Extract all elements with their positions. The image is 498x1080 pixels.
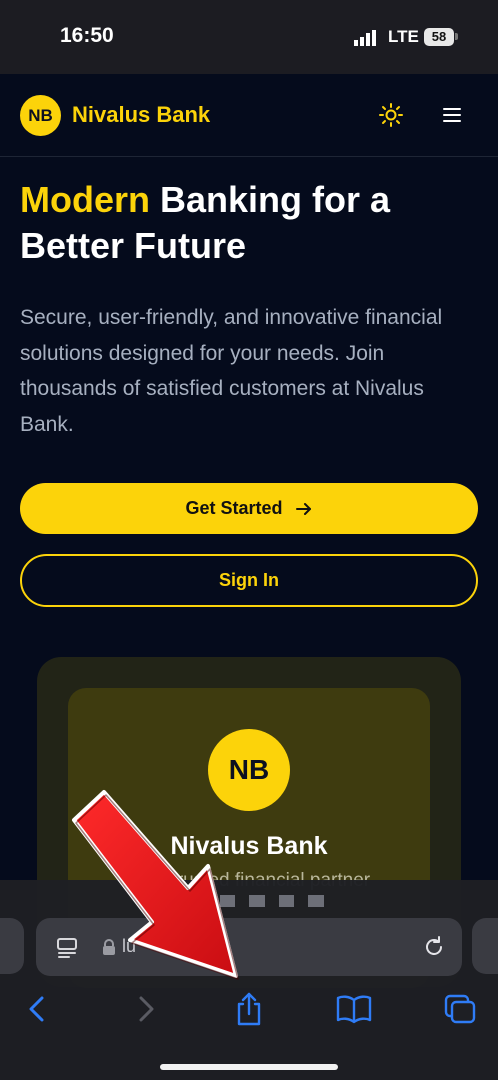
tab-indicator bbox=[190, 895, 324, 907]
get-started-label: Get Started bbox=[185, 498, 283, 518]
sign-in-button[interactable]: Sign In bbox=[20, 554, 478, 607]
reload-icon[interactable] bbox=[422, 935, 446, 959]
forward-icon[interactable] bbox=[126, 992, 166, 1026]
url-text[interactable]: lu bbox=[122, 936, 136, 957]
hero-headline: Modern Banking for a Better Future bbox=[20, 177, 480, 269]
hero-description: Secure, user-friendly, and innovative fi… bbox=[20, 306, 443, 436]
headline-highlight: Modern bbox=[20, 179, 150, 220]
sign-in-label: Sign In bbox=[219, 570, 279, 590]
hamburger-menu-icon[interactable] bbox=[440, 103, 464, 127]
status-time: 16:50 bbox=[60, 24, 114, 47]
brand-name[interactable]: Nivalus Bank bbox=[72, 102, 210, 128]
card-logo: NB bbox=[208, 729, 290, 811]
brand-logo[interactable]: NB bbox=[20, 95, 61, 136]
arrow-right-icon bbox=[295, 502, 311, 515]
next-tab-preview[interactable] bbox=[472, 918, 498, 974]
address-bar[interactable]: lu bbox=[36, 918, 462, 976]
cellular-signal-icon bbox=[354, 30, 376, 46]
network-type: LTE bbox=[388, 27, 419, 46]
site-header: NB Nivalus Bank bbox=[0, 74, 498, 157]
home-indicator bbox=[160, 1064, 338, 1070]
tab-strip bbox=[0, 880, 498, 914]
bookmarks-icon[interactable] bbox=[334, 992, 374, 1026]
browser-toolbar: lu bbox=[0, 880, 498, 1080]
sun-icon[interactable] bbox=[378, 102, 404, 128]
headline-rest: Banking for a bbox=[150, 179, 391, 220]
headline-line2: Better Future bbox=[20, 225, 247, 266]
lock-icon bbox=[103, 939, 115, 955]
battery-icon: 58 bbox=[424, 28, 454, 46]
share-icon[interactable] bbox=[229, 992, 269, 1026]
previous-tab-preview[interactable] bbox=[0, 918, 24, 974]
get-started-button[interactable]: Get Started bbox=[20, 483, 478, 534]
tabs-icon[interactable] bbox=[440, 992, 480, 1026]
back-icon[interactable] bbox=[18, 992, 58, 1026]
page-menu-icon[interactable] bbox=[56, 936, 78, 958]
card-title: Nivalus Bank bbox=[170, 832, 328, 860]
battery-tip bbox=[455, 33, 458, 40]
status-bar: 16:50 LTE 58 bbox=[0, 0, 498, 74]
